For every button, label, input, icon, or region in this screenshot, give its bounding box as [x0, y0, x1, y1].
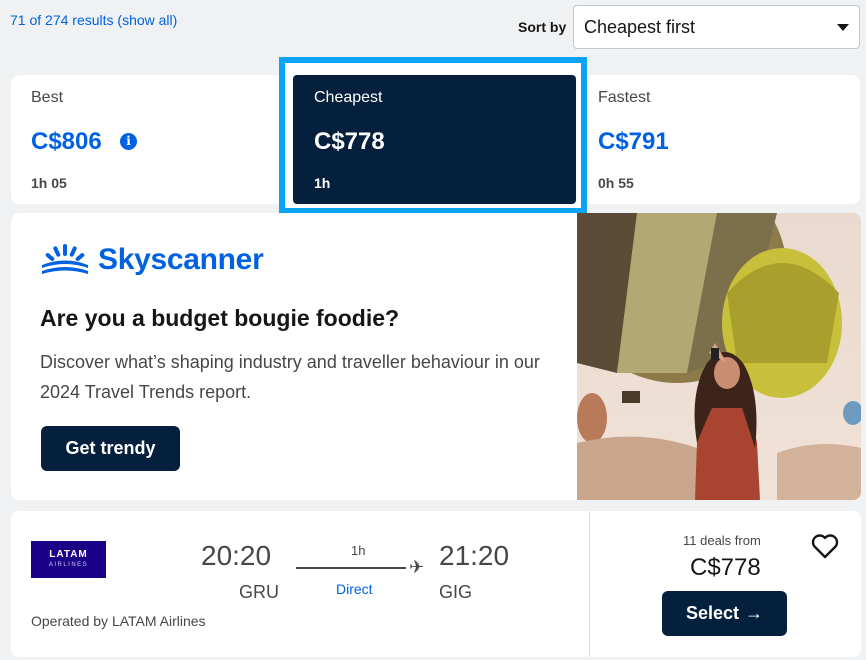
- tab-cheapest-price: C$778: [314, 128, 385, 155]
- departure-airport: GRU: [239, 582, 279, 602]
- deals-count: 11 deals from: [683, 533, 761, 548]
- select-button[interactable]: Select →: [662, 591, 787, 636]
- arrow-right-icon: →: [745, 603, 764, 623]
- tab-cheapest-duration: 1h: [314, 175, 331, 191]
- caret-down-icon: [837, 23, 849, 31]
- results-count-text: 71 of 274 results: [10, 12, 114, 28]
- arrival-airport: GIG: [439, 582, 473, 602]
- heart-icon[interactable]: [811, 533, 839, 559]
- tab-best[interactable]: Best C$806 i 1h 05: [31, 75, 281, 204]
- operated-by: Operated by LATAM Airlines: [31, 613, 206, 629]
- tab-fastest-duration: 0h 55: [598, 175, 634, 191]
- ad-brand: Skyscanner: [40, 243, 264, 277]
- tab-best-price: C$806: [31, 128, 102, 155]
- arrival-time: 21:20: [439, 540, 510, 571]
- stops-label: Direct: [336, 581, 373, 597]
- ad-photo[interactable]: [577, 213, 861, 500]
- sort-select-value: Cheapest first: [584, 16, 696, 37]
- ad-brand-name: Skyscanner: [98, 243, 264, 276]
- skyscanner-logo-icon: [42, 244, 88, 274]
- tab-best-label: Best: [31, 89, 64, 106]
- card-divider: [589, 511, 590, 657]
- tab-cheapest[interactable]: Cheapest C$778 1h: [293, 75, 576, 204]
- select-button-label: Select: [685, 603, 740, 623]
- sort-label: Sort by: [518, 19, 567, 35]
- departure-time: 20:20: [201, 540, 272, 571]
- flight-result-card[interactable]: LATAM AIRLINES Operated by LATAM Airline…: [11, 511, 861, 657]
- tab-fastest-label: Fastest: [598, 89, 651, 106]
- sort-select[interactable]: Cheapest first: [573, 5, 860, 49]
- ad-banner: Skyscanner Are you a budget bougie foodi…: [11, 213, 861, 500]
- flight-duration: 1h: [351, 543, 366, 558]
- ad-body: Discover what’s shaping industry and tra…: [40, 352, 540, 402]
- route-line: [296, 567, 406, 569]
- latam-logo-line2: AIRLINES: [48, 561, 89, 568]
- tab-best-duration: 1h 05: [31, 175, 67, 191]
- results-count: 71 of 274 results (show all): [10, 12, 177, 28]
- tab-cheapest-label: Cheapest: [314, 89, 383, 106]
- info-icon[interactable]: i: [120, 133, 137, 150]
- flight-price: C$778: [690, 554, 761, 581]
- get-trendy-button[interactable]: Get trendy: [41, 426, 180, 471]
- ad-headline: Are you a budget bougie foodie?: [40, 305, 400, 331]
- tab-fastest-price: C$791: [598, 128, 669, 155]
- show-all-link[interactable]: (show all): [117, 12, 177, 28]
- latam-logo: LATAM AIRLINES: [31, 541, 106, 578]
- plane-icon: ✈: [409, 557, 425, 577]
- latam-logo-line1: LATAM: [49, 548, 88, 560]
- tab-fastest[interactable]: Fastest C$791 0h 55: [598, 75, 848, 204]
